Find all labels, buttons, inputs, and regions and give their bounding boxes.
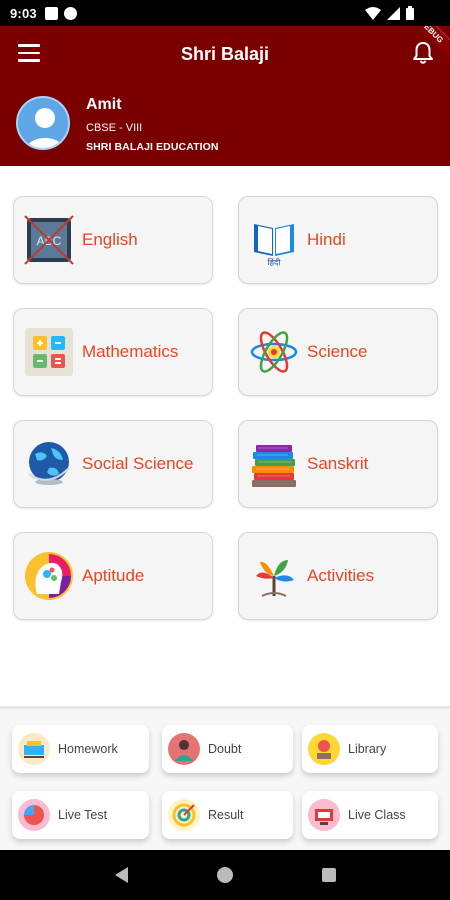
subject-grid: ABC English हिंदी Hindi	[0, 166, 450, 706]
subject-label: Hindi	[307, 230, 346, 249]
subject-card-social-science[interactable]: Social Science	[13, 420, 213, 508]
homework-button[interactable]: Homework	[12, 725, 149, 773]
atom-icon	[247, 325, 301, 379]
library-button[interactable]: Library	[302, 725, 438, 773]
quick-action-label: Live Test	[58, 808, 108, 822]
back-icon[interactable]	[114, 867, 128, 883]
books-stack-icon	[247, 437, 301, 491]
activities-tree-icon	[247, 549, 301, 603]
subject-card-english[interactable]: ABC English	[13, 196, 213, 284]
profile-name: Amit	[86, 96, 122, 113]
bell-icon[interactable]	[412, 41, 434, 65]
quick-action-label: Live Class	[348, 808, 406, 822]
result-button[interactable]: Result	[162, 791, 293, 839]
homework-icon	[18, 733, 50, 765]
signal-icon	[387, 6, 400, 20]
brain-gears-icon	[22, 549, 76, 603]
result-icon	[168, 799, 200, 831]
subject-card-activities[interactable]: Activities	[238, 532, 438, 620]
status-time: 9:03	[10, 5, 37, 21]
quick-actions-panel: Homework Doubt Library Live Test Result	[0, 706, 450, 850]
subject-label: Science	[307, 342, 368, 361]
subject-card-mathematics[interactable]: Mathematics	[13, 308, 213, 396]
svg-text:हिंदी: हिंदी	[268, 257, 282, 266]
quick-action-label: Result	[208, 808, 244, 822]
library-icon	[308, 733, 340, 765]
subject-label: Mathematics	[82, 342, 179, 361]
live-test-icon	[18, 799, 50, 831]
profile-school: SHRI BALAJI EDUCATION	[86, 141, 219, 153]
live-class-icon	[308, 799, 340, 831]
subject-card-sanskrit[interactable]: Sanskrit	[238, 420, 438, 508]
home-icon[interactable]	[216, 867, 233, 883]
english-abc-icon: ABC	[22, 213, 76, 267]
battery-icon	[406, 6, 414, 20]
menu-icon[interactable]	[18, 44, 40, 64]
recent-apps-icon[interactable]	[321, 868, 336, 882]
quick-action-label: Doubt	[208, 742, 242, 756]
globe-icon	[22, 437, 76, 491]
subject-card-aptitude[interactable]: Aptitude	[13, 532, 213, 620]
profile-class: CBSE - VIII	[86, 122, 143, 134]
notification-f-icon	[63, 6, 77, 20]
notification-a-icon	[44, 6, 58, 20]
subject-label: Sanskrit	[307, 454, 369, 473]
quick-action-label: Homework	[58, 742, 118, 756]
subject-label: Aptitude	[82, 566, 145, 585]
profile-header: Amit CBSE - VIII SHRI BALAJI EDUCATION	[0, 82, 450, 166]
app-bar: Shri Balaji DEBUG	[0, 26, 450, 82]
system-navigation-bar	[0, 850, 450, 900]
app-screen: 9:03 Shri Balaji DEBUG Amit CBSE - VIII …	[0, 0, 450, 900]
subject-label: Activities	[307, 566, 375, 585]
live-test-button[interactable]: Live Test	[12, 791, 149, 839]
user-avatar-icon	[26, 108, 64, 148]
subject-label: English	[82, 230, 138, 249]
subject-card-hindi[interactable]: हिंदी Hindi	[238, 196, 438, 284]
subject-label: Social Science	[82, 454, 194, 473]
wifi-icon	[365, 6, 381, 20]
live-class-button[interactable]: Live Class	[302, 791, 438, 839]
quick-action-label: Library	[348, 742, 387, 756]
avatar[interactable]	[16, 96, 70, 150]
doubt-button[interactable]: Doubt	[162, 725, 293, 773]
app-title: Shri Balaji	[180, 43, 270, 64]
hindi-book-icon: हिंदी	[247, 213, 301, 267]
subject-card-science[interactable]: Science	[238, 308, 438, 396]
status-bar: 9:03	[0, 0, 450, 26]
math-calculator-icon	[22, 325, 76, 379]
doubt-icon	[168, 733, 200, 765]
